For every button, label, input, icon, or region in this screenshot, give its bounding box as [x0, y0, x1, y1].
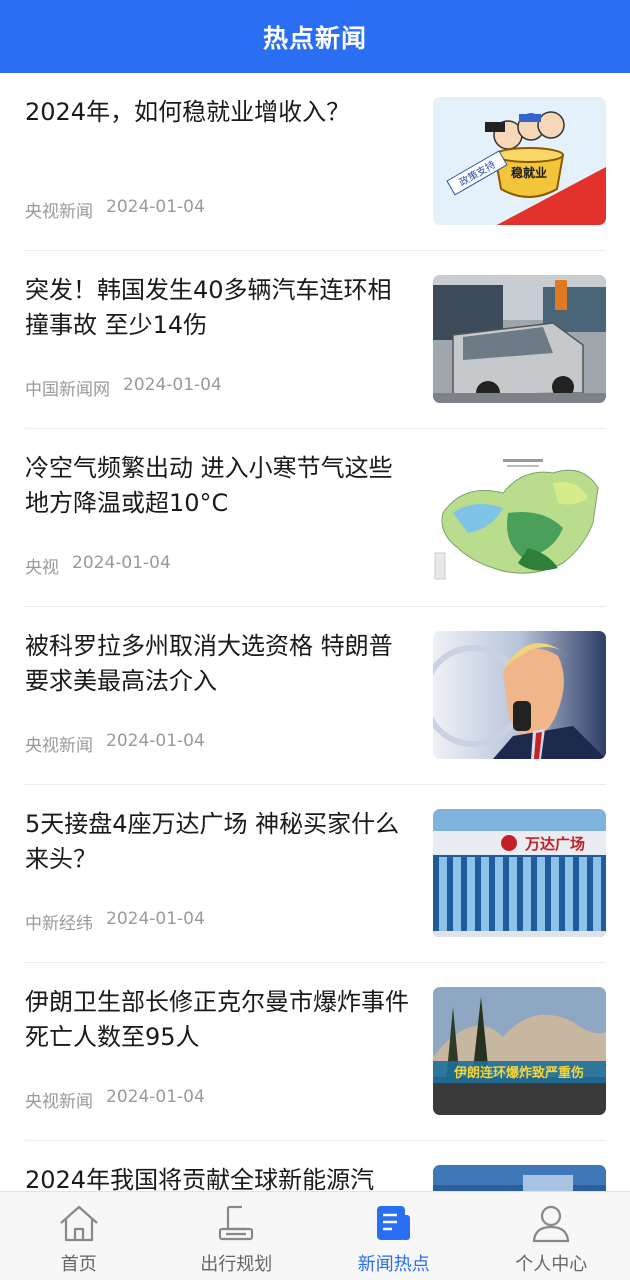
news-title: 2024年，如何稳就业增收入？ — [25, 98, 351, 126]
tab-label: 出行规划 — [200, 1254, 273, 1275]
image-caption: 稳就业 — [511, 165, 547, 180]
news-item[interactable]: 被科罗拉多州取消大选资格 特朗普要求美最高法介入 央视新闻 2024-01-04 — [25, 607, 606, 785]
news-item[interactable]: 突发！韩国发生40多辆汽车连环相撞事故 至少14伤 中国新闻网 2024-01-… — [25, 251, 606, 429]
news-thumbnail[interactable]: 稳就业 政策支持 — [433, 97, 606, 225]
news-title: 冷空气频繁出动 进入小寒节气这些地方降温或超10°C — [25, 454, 393, 517]
news-date: 2024-01-04 — [106, 197, 205, 217]
news-title: 伊朗卫生部长修正克尔曼市爆炸事件死亡人数至95人 — [25, 988, 409, 1051]
app-header: 热点新闻 — [0, 0, 630, 73]
news-thumbnail[interactable]: 万达广场 — [433, 809, 606, 937]
news-meta: 央视新闻 2024-01-04 — [25, 1087, 205, 1112]
news-thumbnail[interactable] — [433, 453, 606, 581]
route-plan-icon — [213, 1201, 259, 1245]
news-title: 被科罗拉多州取消大选资格 特朗普要求美最高法介入 — [25, 632, 393, 695]
bottom-tab-bar: 首页 出行规划 新闻热点 个人中心 — [0, 1191, 630, 1280]
news-icon — [371, 1201, 417, 1245]
news-title: 2024年我国将贡献全球新能源汽 — [25, 1166, 375, 1191]
news-item[interactable]: 2024年，如何稳就业增收入？ 央视新闻 2024-01-04 稳就业 政策支持 — [25, 73, 606, 251]
page-title: 热点新闻 — [262, 23, 367, 53]
tab-news[interactable]: 新闻热点 — [315, 1192, 473, 1280]
news-date: 2024-01-04 — [123, 375, 222, 395]
tab-label: 个人中心 — [515, 1254, 588, 1275]
image-caption: 伊朗连环爆炸致严重伤 — [453, 1065, 584, 1081]
news-source: 央视新闻 — [25, 1092, 93, 1112]
user-icon — [528, 1201, 574, 1245]
news-item[interactable]: 2024年我国将贡献全球新能源汽 — [25, 1141, 606, 1191]
news-meta: 央视 2024-01-04 — [25, 553, 171, 578]
news-source: 央视 — [25, 558, 59, 578]
tab-profile[interactable]: 个人中心 — [473, 1192, 630, 1280]
news-thumbnail[interactable] — [433, 631, 606, 759]
news-source: 中新经纬 — [25, 914, 93, 934]
news-source: 央视新闻 — [25, 736, 93, 756]
news-thumbnail[interactable]: 伊朗连环爆炸致严重伤 — [433, 987, 606, 1115]
tab-label: 新闻热点 — [357, 1254, 430, 1275]
tab-route-plan[interactable]: 出行规划 — [158, 1192, 316, 1280]
news-date: 2024-01-04 — [106, 909, 205, 929]
image-caption: 万达广场 — [524, 835, 585, 853]
news-list[interactable]: 2024年，如何稳就业增收入？ 央视新闻 2024-01-04 稳就业 政策支持 — [0, 73, 630, 1191]
news-title: 5天接盘4座万达广场 神秘买家什么来头？ — [25, 810, 400, 873]
news-meta: 中国新闻网 2024-01-04 — [25, 375, 222, 400]
tab-label: 首页 — [60, 1254, 97, 1275]
news-date: 2024-01-04 — [72, 553, 171, 573]
news-item[interactable]: 5天接盘4座万达广场 神秘买家什么来头？ 中新经纬 2024-01-04 万达广… — [25, 785, 606, 963]
news-source: 中国新闻网 — [25, 380, 110, 400]
news-meta: 央视新闻 2024-01-04 — [25, 731, 205, 756]
news-title: 突发！韩国发生40多辆汽车连环相撞事故 至少14伤 — [25, 276, 392, 339]
news-meta: 中新经纬 2024-01-04 — [25, 909, 205, 934]
news-source: 央视新闻 — [25, 202, 93, 222]
home-icon — [56, 1201, 102, 1245]
news-date: 2024-01-04 — [106, 731, 205, 751]
news-item[interactable]: 冷空气频繁出动 进入小寒节气这些地方降温或超10°C 央视 2024-01-04 — [25, 429, 606, 607]
news-date: 2024-01-04 — [106, 1087, 205, 1107]
news-meta: 央视新闻 2024-01-04 — [25, 197, 205, 222]
tab-home[interactable]: 首页 — [0, 1192, 158, 1280]
news-thumbnail[interactable] — [433, 275, 606, 403]
news-thumbnail[interactable] — [433, 1165, 606, 1191]
news-item[interactable]: 伊朗卫生部长修正克尔曼市爆炸事件死亡人数至95人 央视新闻 2024-01-04… — [25, 963, 606, 1141]
